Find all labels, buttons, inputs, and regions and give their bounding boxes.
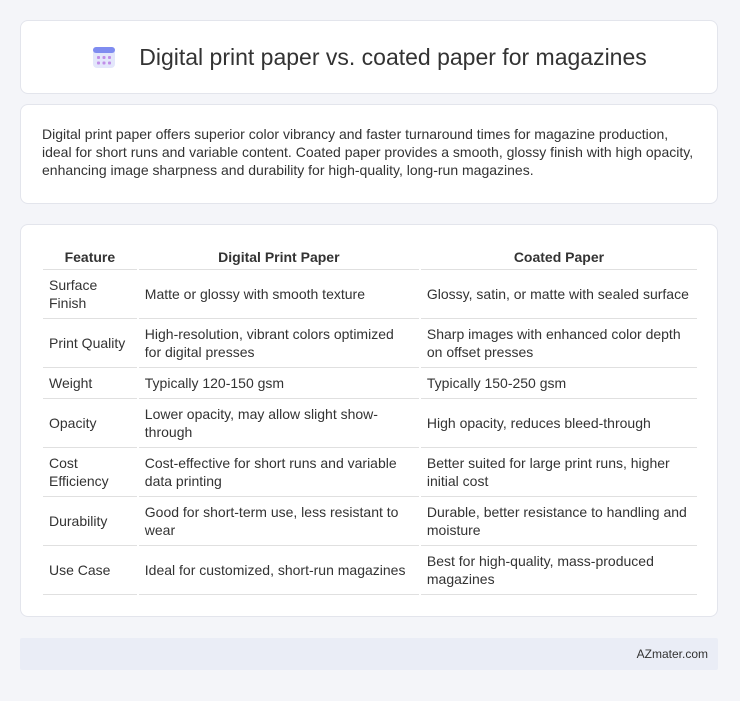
row-coated: Glossy, satin, or matte with sealed surf… [420,270,697,319]
row-digital: Cost-effective for short runs and variab… [138,448,419,497]
header-feature: Feature [43,245,137,270]
row-coated: Typically 150-250 gsm [420,368,697,399]
summary-text: Digital print paper offers superior colo… [42,126,694,178]
row-coated: Durable, better resistance to handling a… [420,497,697,546]
row-feature: Use Case [43,546,137,595]
row-digital: Matte or glossy with smooth texture [138,270,419,319]
row-digital: Typically 120-150 gsm [138,368,419,399]
table-row: Print Quality High-resolution, vibrant c… [43,319,697,368]
calendar-grid-icon [91,44,117,70]
table-header-row: Feature Digital Print Paper Coated Paper [43,245,697,270]
footer-brand: AZmater.com [636,647,708,661]
comparison-table: Feature Digital Print Paper Coated Paper… [41,245,699,595]
comparison-table-card: Feature Digital Print Paper Coated Paper… [20,224,718,617]
row-feature: Opacity [43,399,137,448]
title-card: Digital print paper vs. coated paper for… [20,20,718,94]
table-row: Durability Good for short-term use, less… [43,497,697,546]
row-feature: Print Quality [43,319,137,368]
row-digital: Ideal for customized, short-run magazine… [138,546,419,595]
row-digital: High-resolution, vibrant colors optimize… [138,319,419,368]
row-feature: Weight [43,368,137,399]
footer: AZmater.com [20,638,718,670]
row-digital: Good for short-term use, less resistant … [138,497,419,546]
row-feature: Surface Finish [43,270,137,319]
table-row: Use Case Ideal for customized, short-run… [43,546,697,595]
row-digital: Lower opacity, may allow slight show-thr… [138,399,419,448]
page-title: Digital print paper vs. coated paper for… [139,43,647,70]
header-digital-print-paper: Digital Print Paper [138,245,419,270]
table-row: Opacity Lower opacity, may allow slight … [43,399,697,448]
row-feature: Cost Efficiency [43,448,137,497]
table-row: Cost Efficiency Cost-effective for short… [43,448,697,497]
summary-card: Digital print paper offers superior colo… [20,104,718,204]
table-row: Surface Finish Matte or glossy with smoo… [43,270,697,319]
row-coated: High opacity, reduces bleed-through [420,399,697,448]
row-coated: Best for high-quality, mass-produced mag… [420,546,697,595]
header-coated-paper: Coated Paper [420,245,697,270]
row-coated: Better suited for large print runs, high… [420,448,697,497]
row-coated: Sharp images with enhanced color depth o… [420,319,697,368]
row-feature: Durability [43,497,137,546]
table-row: Weight Typically 120-150 gsm Typically 1… [43,368,697,399]
